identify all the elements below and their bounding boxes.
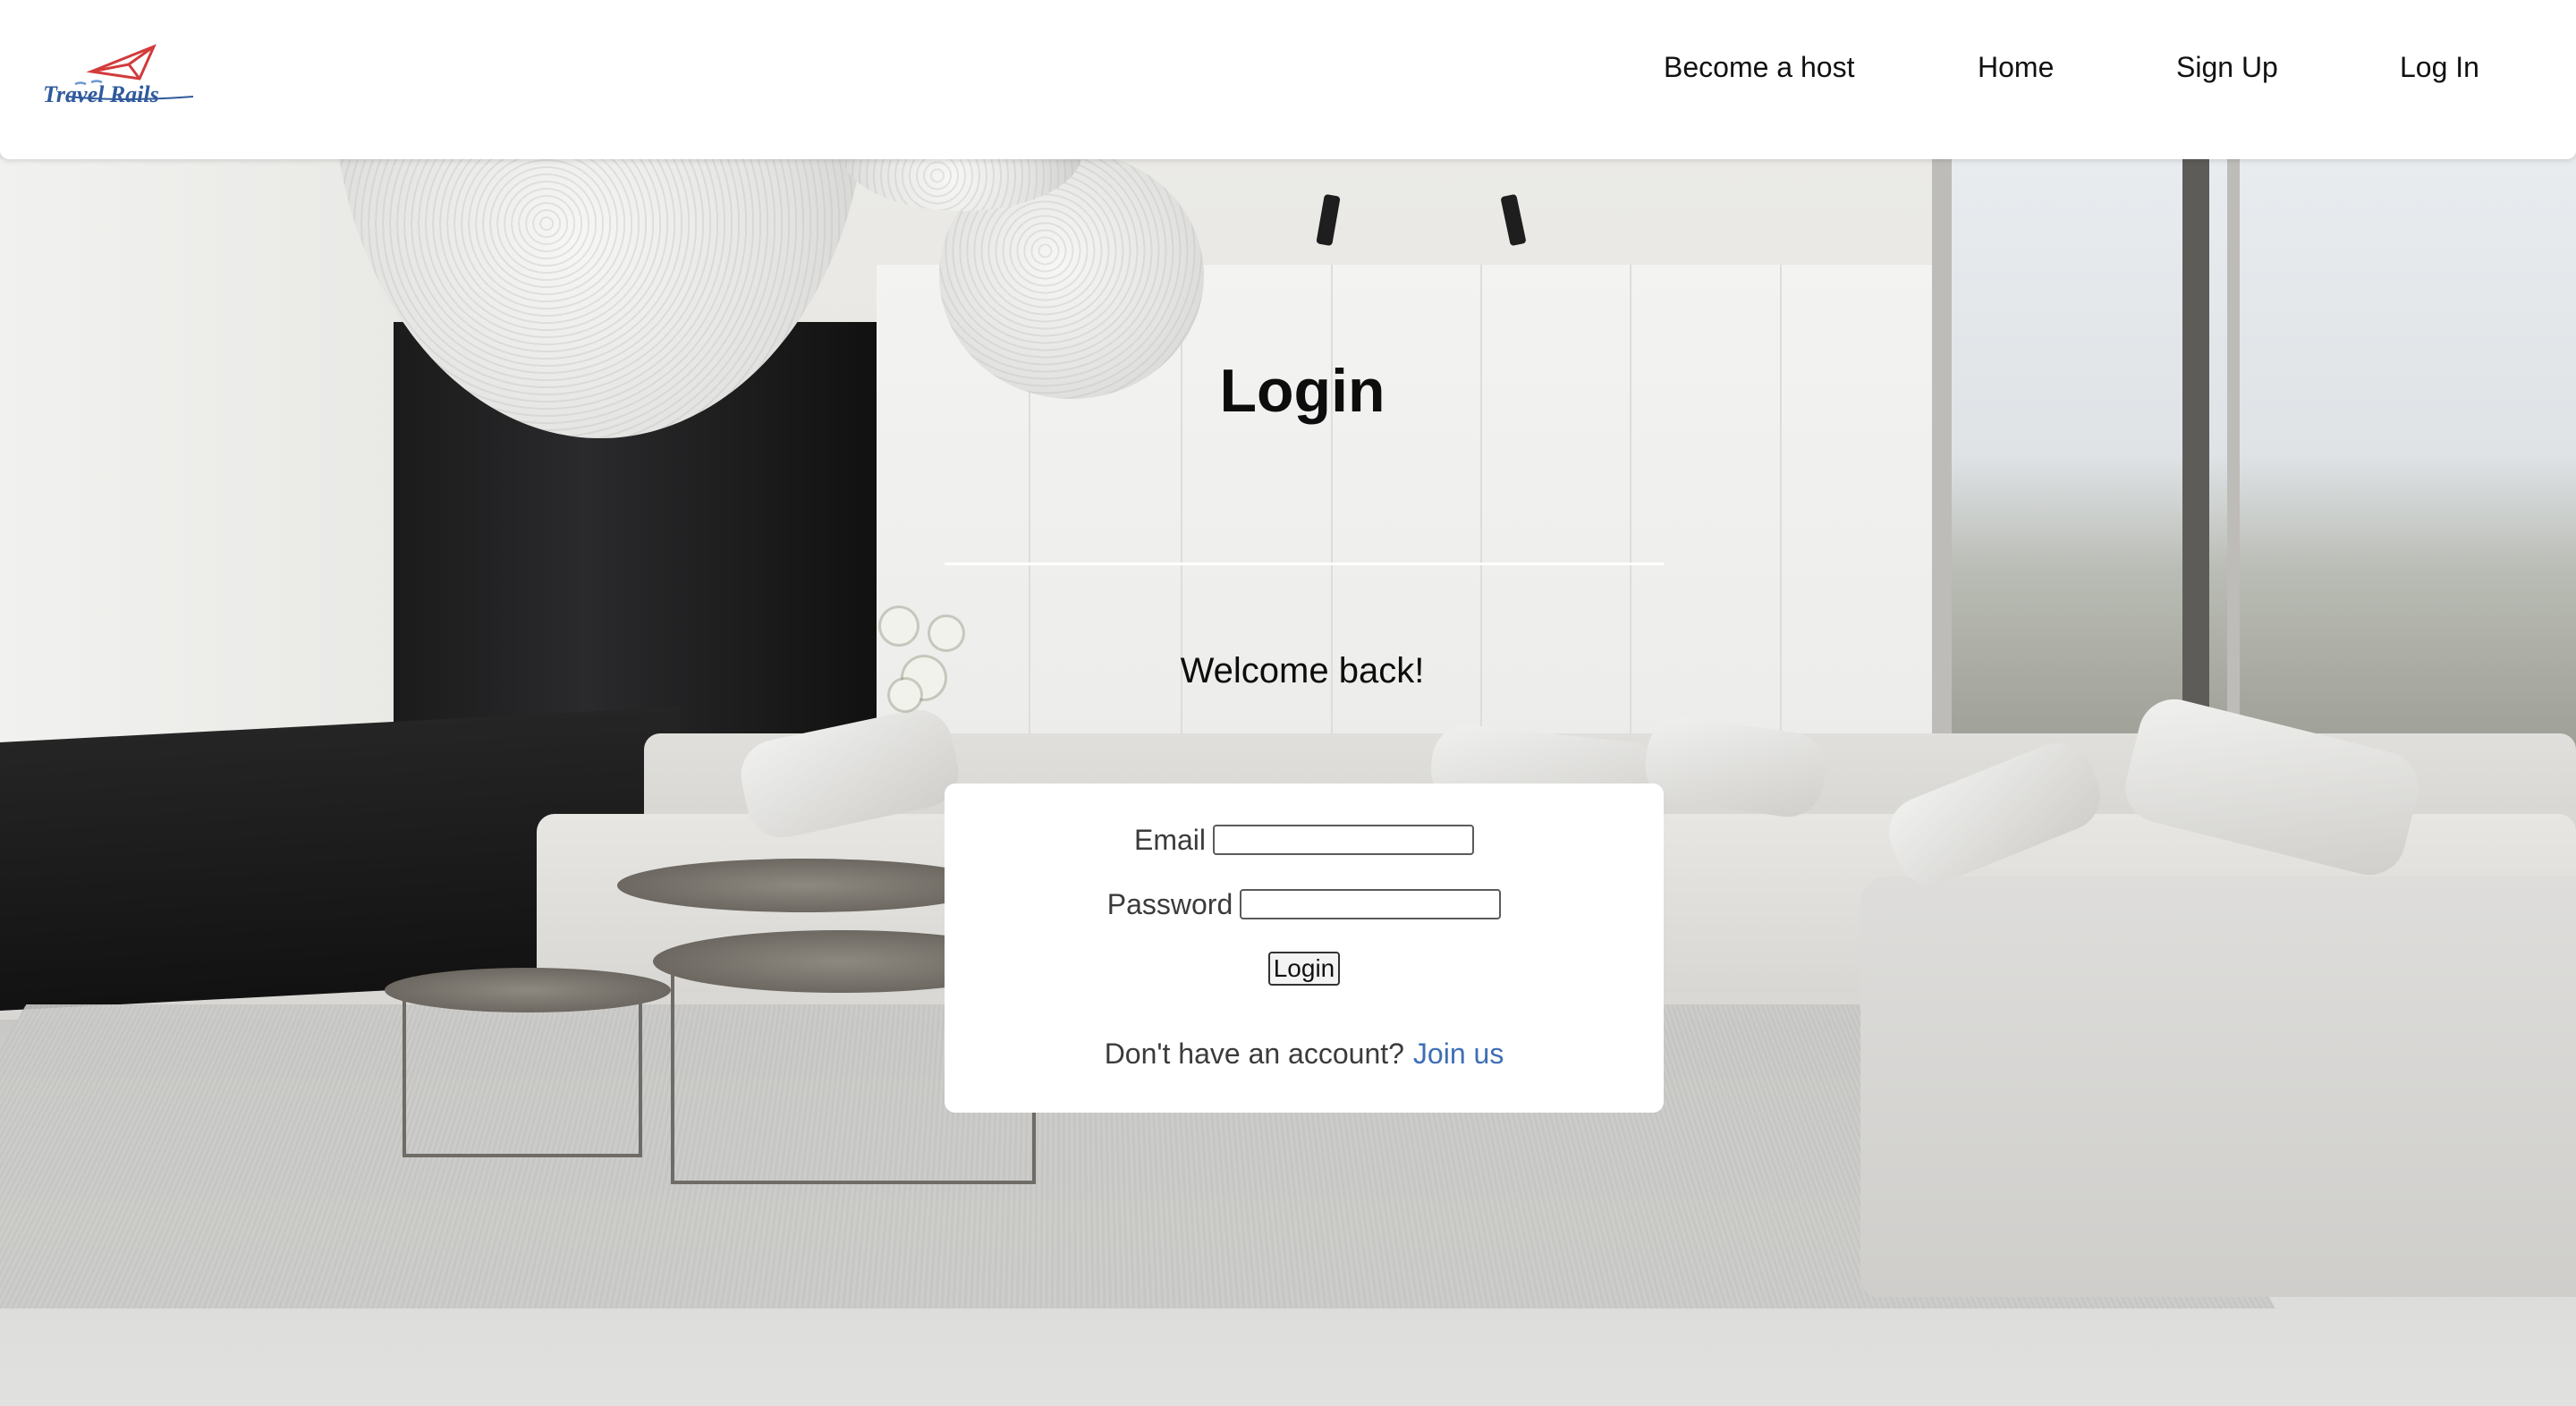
email-label: Email: [1133, 823, 1206, 856]
login-form-card: Email Password Login Don't have an accou…: [945, 783, 1664, 1113]
nav-become-a-host[interactable]: Become a host: [1664, 45, 1854, 89]
password-field[interactable]: [1240, 889, 1502, 919]
top-navbar: Travel Rails Become a host Home Sign Up …: [0, 0, 2576, 159]
nav-log-in[interactable]: Log In: [2400, 45, 2479, 89]
title-divider: [945, 563, 1664, 565]
signup-prompt-row: Don't have an account? Join us: [945, 1034, 1664, 1073]
nav-home[interactable]: Home: [1978, 45, 2054, 89]
paper-plane-icon: Travel Rails: [43, 44, 193, 107]
login-button[interactable]: Login: [1267, 952, 1341, 986]
background-photo: [0, 0, 2576, 1406]
logo[interactable]: Travel Rails: [41, 43, 193, 111]
svg-text:Travel Rails: Travel Rails: [43, 81, 159, 107]
password-row: Password: [945, 885, 1664, 923]
submit-row: Login: [945, 950, 1664, 987]
page-title: Login: [1219, 357, 1385, 425]
welcome-message: Welcome back!: [1180, 651, 1425, 690]
signup-prompt-text: Don't have an account?: [1104, 1037, 1404, 1070]
nav-sign-up[interactable]: Sign Up: [2176, 45, 2278, 89]
join-us-link[interactable]: Join us: [1413, 1038, 1504, 1071]
email-field[interactable]: [1213, 825, 1474, 855]
password-label: Password: [1106, 887, 1233, 920]
email-row: Email: [945, 821, 1664, 859]
